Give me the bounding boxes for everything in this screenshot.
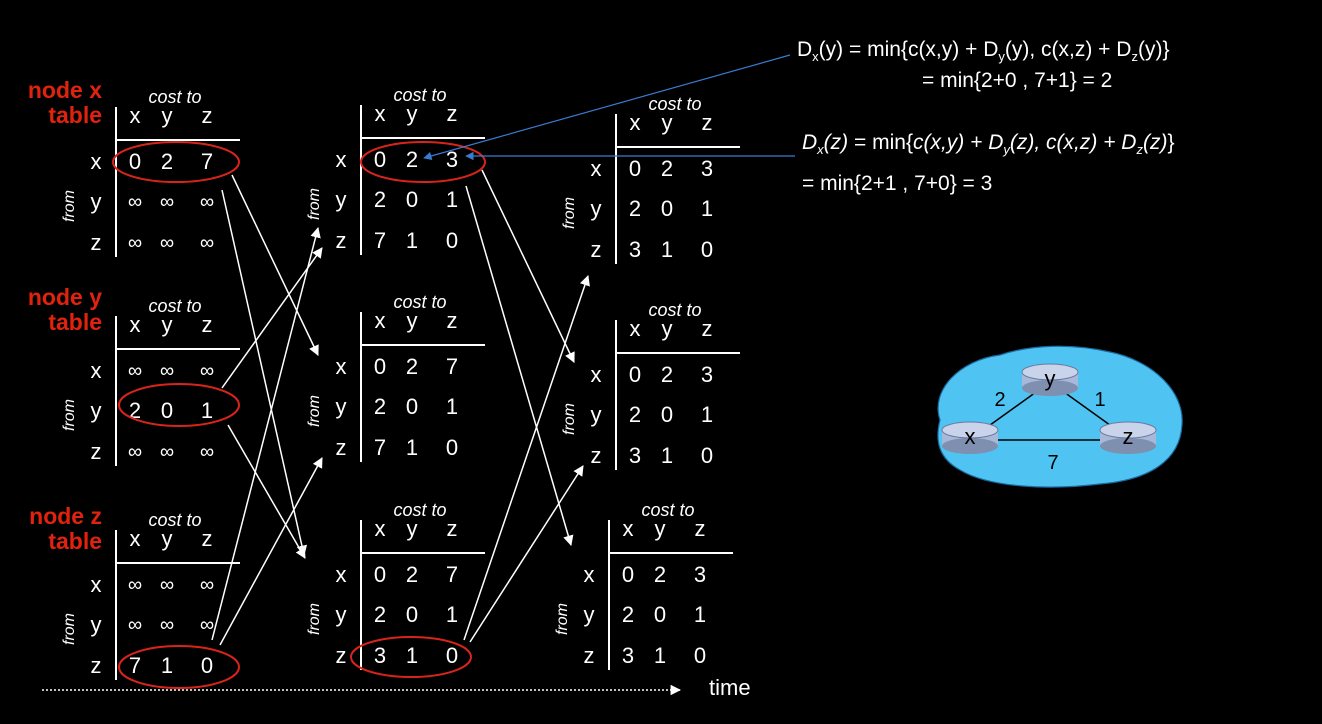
arrow (481, 169, 575, 363)
highlight-ellipse (118, 645, 240, 689)
link-cost-label: 2 (994, 389, 1005, 411)
network-graph: x y z 2 1 7 (937, 345, 1183, 488)
router-label: y (1045, 366, 1056, 391)
distance-vector-diagram: node x table node y table node z table c… (0, 0, 1322, 724)
highlight-ellipse (118, 383, 240, 427)
arrow (465, 185, 574, 547)
highlight-ellipse (112, 141, 240, 183)
router-node-z: z (1099, 421, 1157, 454)
arrow (463, 275, 590, 641)
router-node-y: y (1021, 363, 1079, 396)
highlight-ellipse (360, 141, 486, 183)
link-cost-label: 1 (1094, 389, 1105, 411)
arrow (469, 465, 584, 643)
router-label: z (1123, 424, 1134, 449)
highlight-circles (112, 141, 486, 689)
link-cost-label: 7 (1047, 452, 1058, 474)
arrow (211, 226, 321, 641)
router-label: x (965, 424, 976, 449)
arrow (227, 424, 306, 559)
arrow (221, 189, 308, 557)
pointer-arrow (423, 54, 791, 160)
arrow (231, 174, 319, 356)
router-node-x: x (941, 421, 999, 454)
diagram-overlay: x y z 2 1 7 (42, 54, 1183, 696)
message-arrows (211, 169, 590, 646)
highlight-ellipse (350, 636, 472, 678)
